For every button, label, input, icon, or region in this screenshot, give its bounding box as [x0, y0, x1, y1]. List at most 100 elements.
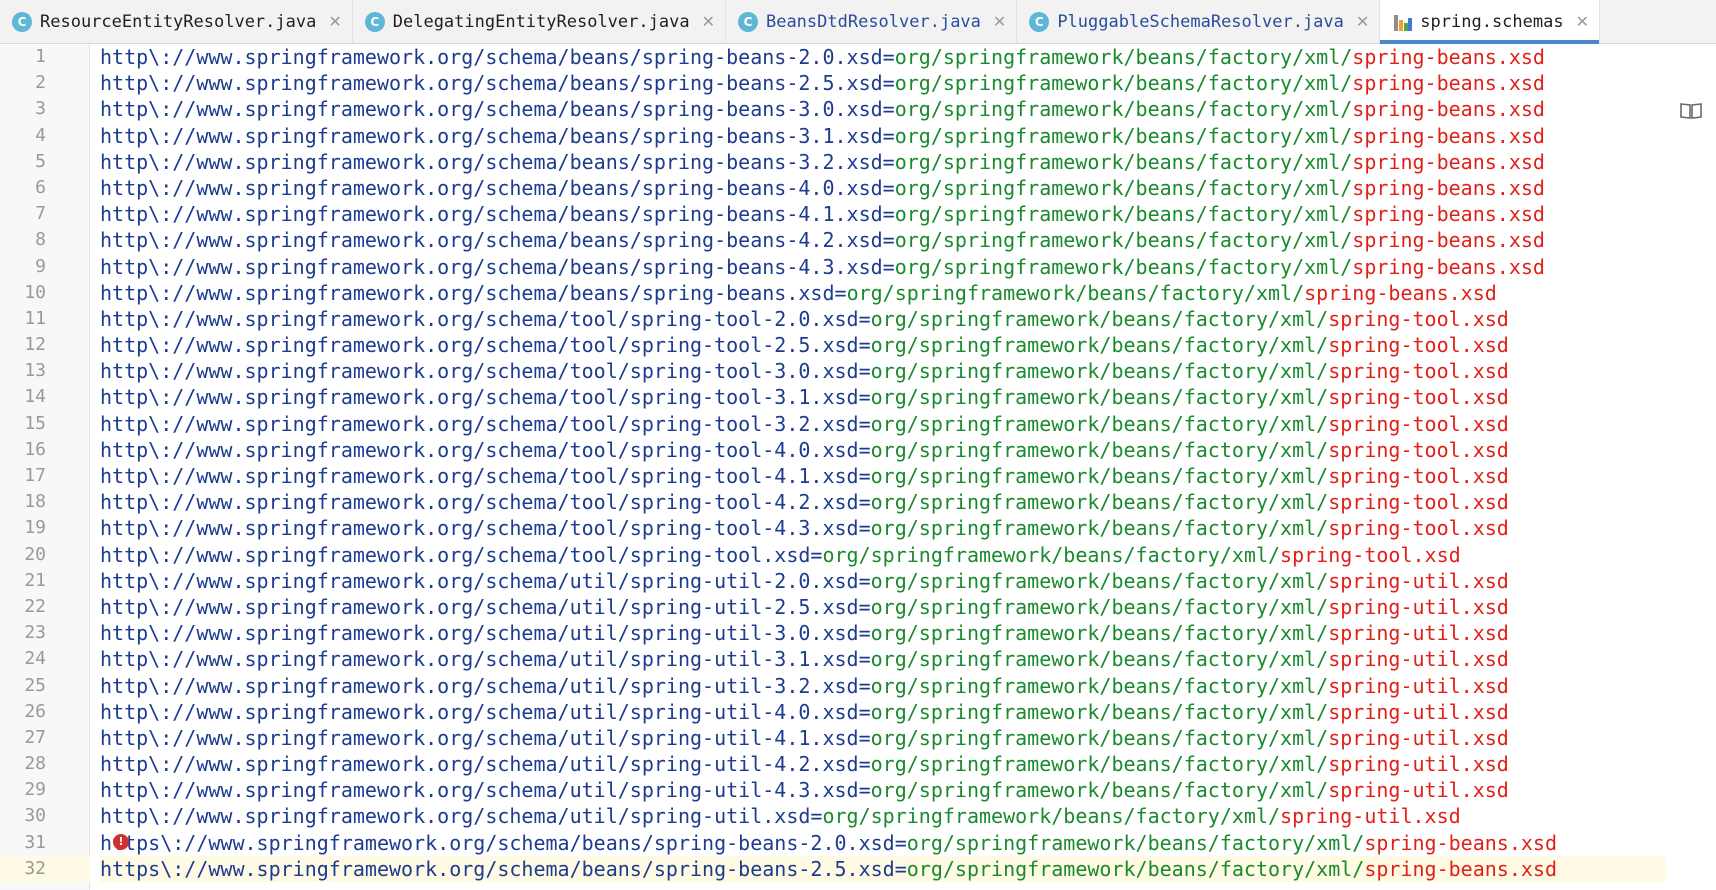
code-line[interactable]: 8 http\://www.springframework.org/schema/… — [35, 227, 1666, 253]
property-value-path: org/springframework/beans/factory/xml/ — [894, 45, 1353, 69]
property-value-file: spring-tool.xsd — [1328, 437, 1509, 462]
property-key: http\://www.springframework.org/schema/b… — [100, 280, 835, 305]
code-line[interactable]: 29 http\://www.springframework.org/schema… — [24, 777, 1666, 803]
code-line[interactable]: 2 http\://www.springframework.org/schema/… — [35, 70, 1666, 96]
property-value-path: org/springframework/beans/factory/xml/ — [870, 699, 1329, 724]
property-value-file: spring-beans.xsd — [1304, 280, 1497, 305]
assignment-operator: = — [882, 175, 895, 200]
code-line[interactable]: 11 http\://www.springframework.org/schema… — [24, 306, 1666, 332]
code-editor[interactable]: 1 http\://www.springframework.org/schema/… — [0, 44, 1716, 890]
tab-pluggableschemaresolver-java[interactable]: C PluggableSchemaResolver.java ✕ — [1017, 0, 1381, 43]
code-line[interactable]: 3 http\://www.springframework.org/schema/… — [35, 96, 1666, 122]
line-number: 22 — [24, 595, 46, 617]
property-value-file: spring-beans.xsd — [1352, 71, 1545, 96]
code-line[interactable]: 28 http\://www.springframework.org/schema… — [24, 751, 1666, 777]
assignment-operator: = — [858, 306, 871, 331]
tab-spring-schemas[interactable]: spring.schemas ✕ — [1380, 0, 1600, 44]
tab-label: spring.schemas — [1420, 11, 1564, 32]
code-line[interactable]: 15 http\://www.springframework.org/schema… — [24, 411, 1666, 437]
assignment-operator: = — [882, 228, 895, 253]
code-line[interactable]: 30 http\://www.springframework.org/schema… — [24, 803, 1666, 829]
code-line[interactable]: 17 http\://www.springframework.org/schema… — [24, 463, 1666, 489]
line-number: 12 — [24, 334, 46, 356]
line-number: 20 — [24, 543, 46, 565]
property-value-path: org/springframework/beans/factory/xml/ — [906, 830, 1365, 855]
tab-beansdtdresolver-java[interactable]: C BeansDtdResolver.java ✕ — [726, 0, 1018, 43]
code-line[interactable]: 5 http\://www.springframework.org/schema/… — [35, 149, 1666, 175]
assignment-operator: = — [858, 778, 871, 803]
property-key: http\://www.springframework.org/schema/b… — [100, 149, 883, 174]
code-line[interactable]: 19 http\://www.springframework.org/schema… — [24, 515, 1666, 541]
line-number: 5 — [35, 150, 46, 172]
code-line[interactable]: 22 http\://www.springframework.org/schema… — [24, 594, 1666, 620]
assignment-operator: = — [858, 699, 871, 724]
assignment-operator: = — [858, 359, 871, 384]
code-line[interactable]: 4 http\://www.springframework.org/schema/… — [35, 123, 1666, 149]
code-line[interactable]: 18 http\://www.springframework.org/schema… — [24, 489, 1666, 515]
assignment-operator: = — [882, 123, 895, 148]
assignment-operator: = — [858, 464, 871, 488]
property-value-file: spring-beans.xsd — [1364, 830, 1557, 855]
assignment-operator: = — [882, 45, 895, 69]
property-value-file: spring-util.xsd — [1328, 778, 1509, 803]
property-value-file: spring-util.xsd — [1280, 804, 1461, 829]
property-value-path: org/springframework/beans/factory/xml/ — [846, 280, 1305, 305]
tab-delegatingentityresolver-java[interactable]: C DelegatingEntityResolver.java ✕ — [353, 0, 726, 43]
property-key: http\://www.springframework.org/schema/t… — [100, 333, 859, 358]
line-number: 19 — [24, 517, 46, 539]
property-value-path: org/springframework/beans/factory/xml/ — [870, 778, 1329, 803]
property-value-file: spring-tool.xsd — [1328, 333, 1509, 358]
line-number: 29 — [24, 779, 46, 801]
code-line[interactable]: 7 http\://www.springframework.org/schema/… — [35, 201, 1666, 227]
property-value-path: org/springframework/beans/factory/xml/ — [870, 359, 1329, 384]
code-line[interactable]: 26 http\://www.springframework.org/schema… — [24, 699, 1666, 725]
property-value-file: spring-beans.xsd — [1364, 856, 1557, 881]
line-number: 2 — [35, 72, 46, 94]
code-line[interactable]: 9 http\://www.springframework.org/schema/… — [35, 254, 1666, 280]
code-area[interactable]: 1 http\://www.springframework.org/schema/… — [24, 44, 1666, 882]
code-line[interactable]: 25 http\://www.springframework.org/schema… — [24, 673, 1666, 699]
code-line[interactable]: 27 http\://www.springframework.org/schema… — [24, 725, 1666, 751]
code-line[interactable]: 1 http\://www.springframework.org/schema/… — [35, 44, 1666, 70]
code-line[interactable]: 21 http\://www.springframework.org/schema… — [24, 568, 1666, 594]
property-value-file: spring-util.xsd — [1328, 699, 1509, 724]
tab-resourceentityresolver-java[interactable]: C ResourceEntityResolver.java ✕ — [0, 0, 353, 43]
close-icon[interactable]: ✕ — [993, 12, 1006, 31]
property-value-file: spring-beans.xsd — [1352, 97, 1545, 122]
code-line[interactable]: 10 http\://www.springframework.org/schema… — [24, 280, 1666, 306]
assignment-operator: = — [858, 385, 871, 410]
property-key: http\://www.springframework.org/schema/u… — [100, 673, 859, 698]
class-icon: C — [12, 11, 32, 32]
line-number: 11 — [24, 307, 46, 329]
tab-label: ResourceEntityResolver.java — [40, 11, 317, 32]
close-icon[interactable]: ✕ — [702, 12, 715, 31]
property-value-file: spring-tool.xsd — [1328, 490, 1509, 515]
code-line[interactable]: 23 http\://www.springframework.org/schema… — [24, 620, 1666, 646]
code-line[interactable]: 14 http\://www.springframework.org/schema… — [24, 384, 1666, 410]
property-key: http\://www.springframework.org/schema/t… — [100, 516, 859, 541]
code-line[interactable]: 13 http\://www.springframework.org/schema… — [24, 358, 1666, 384]
close-icon[interactable]: ✕ — [1356, 12, 1369, 31]
property-value-path: org/springframework/beans/factory/xml/ — [870, 621, 1329, 646]
property-value-path: org/springframework/beans/factory/xml/ — [894, 97, 1353, 122]
close-icon[interactable]: ✕ — [328, 12, 341, 31]
code-line[interactable]: 31 https\://www.springframework.org/schem… — [24, 830, 1666, 856]
property-key: http\://www.springframework.org/schema/u… — [100, 752, 859, 777]
code-line[interactable]: 20 http\://www.springframework.org/schema… — [24, 542, 1666, 568]
property-key: http\://www.springframework.org/schema/t… — [100, 490, 859, 515]
line-number: 9 — [35, 255, 46, 277]
line-number: 23 — [24, 622, 46, 644]
code-line[interactable]: 24 http\://www.springframework.org/schema… — [24, 646, 1666, 672]
error-icon[interactable]: ! — [113, 833, 129, 850]
property-value-path: org/springframework/beans/factory/xml/ — [870, 752, 1329, 777]
close-icon[interactable]: ✕ — [1576, 12, 1589, 31]
code-line[interactable]: 12 http\://www.springframework.org/schema… — [24, 332, 1666, 358]
code-line[interactable]: 6 http\://www.springframework.org/schema/… — [35, 175, 1666, 201]
code-line[interactable]: 32 https\://www.springframework.org/schem… — [24, 855, 1666, 882]
line-number: 32 — [24, 857, 46, 879]
reader-mode-icon[interactable] — [1680, 102, 1702, 120]
property-key: https\://www.springframework.org/schema/… — [100, 856, 895, 881]
code-line[interactable]: 16 http\://www.springframework.org/schema… — [24, 437, 1666, 463]
assignment-operator: = — [858, 673, 871, 698]
tab-label: PluggableSchemaResolver.java — [1057, 11, 1344, 32]
